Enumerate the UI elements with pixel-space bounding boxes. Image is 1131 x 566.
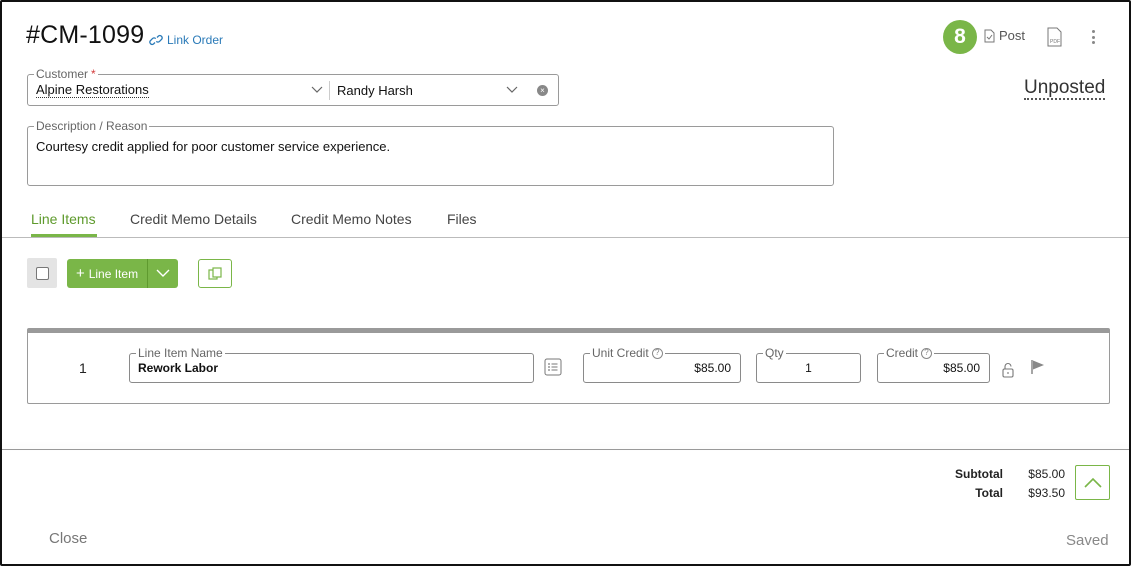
tab-bar: Line Items Credit Memo Details Credit Me…	[2, 207, 1129, 238]
credit-value[interactable]: $85.00	[943, 361, 980, 375]
active-tab-indicator	[31, 234, 97, 237]
credit-memo-window: #CM-1099 Link Order 8 Post PDF Unposted …	[0, 0, 1131, 566]
qty-field[interactable]: Qty 1	[756, 346, 861, 383]
credit-field[interactable]: Credit ? $85.00	[877, 346, 990, 383]
tab-line-items[interactable]: Line Items	[31, 211, 96, 227]
add-line-item-main[interactable]: + Line Item	[67, 259, 148, 288]
tab-files[interactable]: Files	[447, 211, 477, 227]
copy-button[interactable]	[198, 259, 232, 288]
post-label: Post	[999, 28, 1026, 43]
description-value[interactable]: Courtesy credit applied for poor custome…	[36, 139, 390, 154]
subtotal-value: $85.00	[1028, 467, 1065, 481]
copy-icon	[208, 266, 222, 280]
clear-icon[interactable]: ×	[537, 85, 548, 96]
line-item-name-label: Line Item Name	[136, 346, 225, 360]
unit-credit-value[interactable]: $85.00	[694, 361, 731, 375]
select-all-checkbox[interactable]	[27, 258, 57, 288]
pdf-button[interactable]: PDF	[1046, 27, 1064, 47]
line-item-number: 1	[79, 360, 87, 376]
credit-label: Credit ?	[884, 346, 935, 360]
chevron-down-icon[interactable]	[310, 84, 324, 96]
total-label: Total	[975, 486, 1003, 500]
contact-select[interactable]: Randy Harsh	[337, 75, 517, 105]
unlock-icon[interactable]	[1001, 362, 1015, 378]
help-icon[interactable]: ?	[651, 347, 663, 359]
divider	[329, 81, 330, 100]
help-icon[interactable]: ?	[921, 347, 933, 359]
total-value: $93.50	[1028, 486, 1065, 500]
link-order-label: Link Order	[167, 33, 224, 47]
pdf-icon: PDF	[1047, 27, 1062, 47]
credit-label-text: Credit	[886, 346, 919, 360]
link-order-link[interactable]: Link Order	[149, 33, 223, 47]
add-line-item-dropdown[interactable]	[148, 259, 178, 288]
customer-select[interactable]: Alpine Restorations	[36, 75, 326, 105]
qty-label: Qty	[763, 346, 786, 360]
more-options-icon[interactable]	[1085, 27, 1101, 47]
saved-status: Saved	[1066, 532, 1109, 549]
close-button[interactable]: Close	[49, 530, 87, 547]
notification-badge[interactable]: 8	[943, 20, 977, 54]
add-line-item-button[interactable]: + Line Item	[67, 259, 178, 288]
footer-divider	[2, 449, 1129, 450]
totals-values: $85.00 $93.50	[1015, 467, 1065, 505]
tab-credit-memo-details[interactable]: Credit Memo Details	[130, 211, 257, 227]
line-item-name-field[interactable]: Line Item Name Rework Labor	[129, 346, 534, 383]
description-label: Description / Reason	[34, 119, 150, 133]
svg-text:PDF: PDF	[1050, 39, 1060, 45]
post-button[interactable]: Post	[984, 28, 1025, 43]
description-field[interactable]: Description / Reason Courtesy credit app…	[27, 119, 834, 186]
unit-credit-field[interactable]: Unit Credit ? $85.00	[583, 346, 741, 383]
line-item-name-value[interactable]: Rework Labor	[138, 361, 218, 375]
status-label[interactable]: Unposted	[1024, 78, 1106, 100]
unit-credit-label: Unit Credit ?	[590, 346, 665, 360]
line-item-row: 1 Line Item Name Rework Labor Unit Credi…	[27, 328, 1110, 404]
list-icon[interactable]	[544, 358, 562, 376]
link-icon	[149, 34, 163, 46]
scroll-to-top-button[interactable]	[1075, 465, 1110, 500]
flag-icon[interactable]	[1030, 359, 1046, 375]
customer-field: Customer * Alpine Restorations Randy Har…	[27, 67, 559, 106]
chevron-down-icon[interactable]	[505, 84, 519, 96]
document-check-icon	[984, 29, 995, 42]
tab-credit-memo-notes[interactable]: Credit Memo Notes	[291, 211, 412, 227]
contact-name: Randy Harsh	[337, 82, 413, 98]
chevron-down-icon	[156, 269, 170, 277]
subtotal-label: Subtotal	[955, 467, 1003, 481]
page-title: #CM-1099	[26, 21, 145, 49]
qty-value[interactable]: 1	[757, 361, 860, 375]
add-line-item-label: Line Item	[88, 266, 139, 281]
plus-icon: +	[75, 264, 85, 282]
totals-labels: Subtotal Total	[922, 467, 1003, 505]
customer-name: Alpine Restorations	[36, 81, 149, 98]
unit-credit-label-text: Unit Credit	[592, 346, 649, 360]
chevron-up-icon	[1083, 477, 1102, 488]
